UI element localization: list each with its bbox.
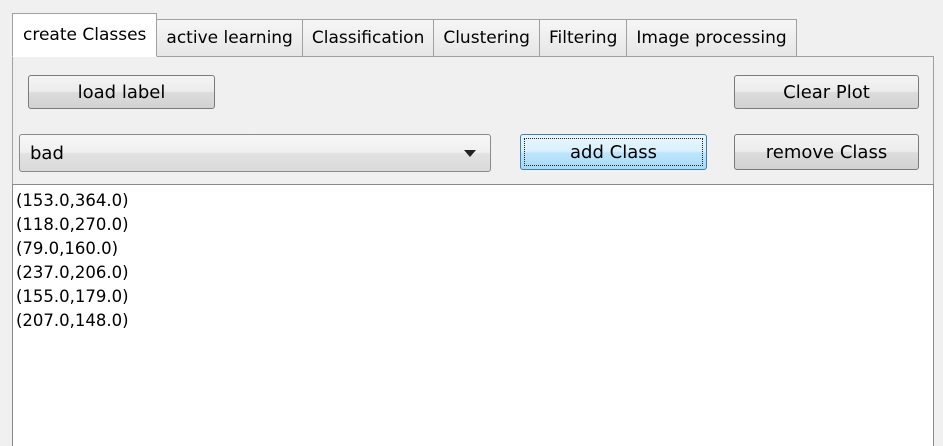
list-item[interactable]: (153.0,364.0) (16, 189, 933, 213)
remove-class-button[interactable]: remove Class (734, 134, 919, 170)
tab-classification[interactable]: Classification (301, 19, 435, 57)
list-item[interactable]: (207.0,148.0) (16, 309, 933, 333)
load-label-button[interactable]: load label (28, 75, 215, 109)
tab-active-learning[interactable]: active learning (156, 19, 303, 57)
list-item[interactable]: (79.0,160.0) (16, 237, 933, 261)
load-label-button-label: load label (77, 81, 166, 103)
create-classes-panel: load label Clear Plot bad add Class remo… (12, 56, 934, 446)
tab-create-classes[interactable]: create Classes (12, 13, 158, 57)
list-item[interactable]: (237.0,206.0) (16, 261, 933, 285)
clear-plot-button[interactable]: Clear Plot (734, 75, 919, 109)
tab-filtering[interactable]: Filtering (538, 19, 628, 57)
list-item[interactable]: (155.0,179.0) (16, 285, 933, 309)
add-class-button-label: add Class (570, 141, 657, 163)
tab-bar: create Classes active learning Classific… (12, 13, 797, 57)
points-list[interactable]: (153.0,364.0) (118.0,270.0) (79.0,160.0)… (12, 184, 934, 446)
class-select-value: bad (30, 142, 64, 164)
remove-class-button-label: remove Class (765, 141, 888, 163)
clear-plot-button-label: Clear Plot (783, 81, 870, 103)
create-classes-window: create Classes active learning Classific… (0, 0, 943, 446)
chevron-down-icon (464, 150, 476, 157)
tab-image-processing[interactable]: Image processing (626, 19, 797, 57)
add-class-button[interactable]: add Class (520, 134, 707, 170)
list-item[interactable]: (118.0,270.0) (16, 213, 933, 237)
tab-clustering[interactable]: Clustering (433, 19, 540, 57)
class-select[interactable]: bad (19, 134, 491, 172)
